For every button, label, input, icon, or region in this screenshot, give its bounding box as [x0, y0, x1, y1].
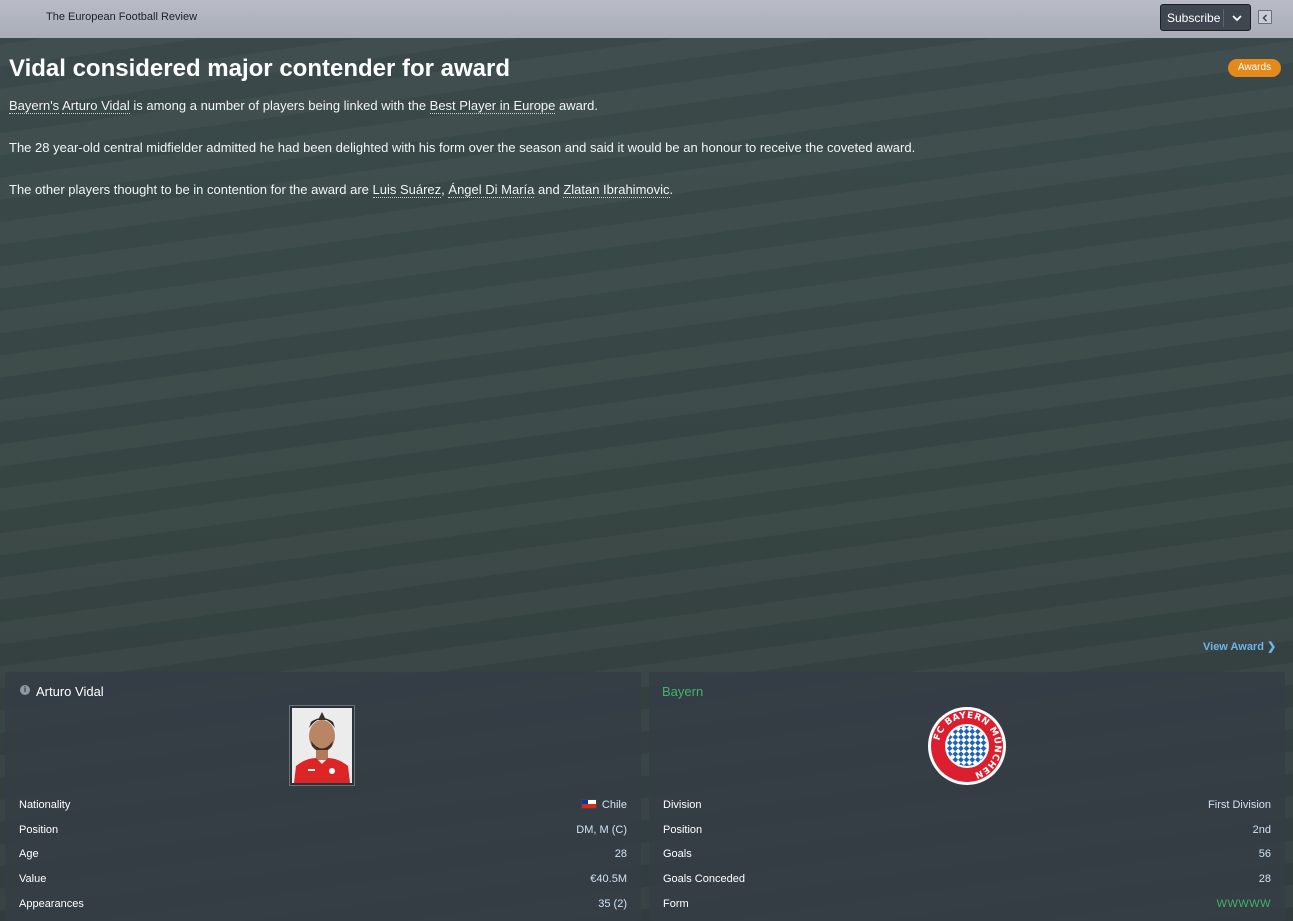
chevron-down-icon	[1232, 15, 1242, 22]
detail-row: Age 28	[19, 845, 627, 870]
detail-label: Goals	[663, 848, 692, 861]
player-card: i Arturo Vidal Nationality Chile Positio…	[5, 672, 641, 921]
detail-value: €40.5M	[590, 873, 627, 886]
detail-row: Goals 56	[663, 845, 1271, 870]
detail-value: 56	[1258, 848, 1271, 861]
club-card: Bayern FC BAYERN MÜNCHEN Division First	[649, 672, 1285, 921]
detail-label: Form	[663, 897, 689, 910]
chevron-right-icon: ❯	[1267, 641, 1277, 653]
club-name[interactable]: Bayern	[662, 684, 703, 699]
article-paragraph-3: The other players thought to be in conte…	[9, 182, 674, 198]
detail-value: 2nd	[1252, 823, 1271, 836]
article-paragraph-2: The 28 year-old central midfielder admit…	[9, 140, 916, 155]
division-value[interactable]: First Division	[1208, 799, 1271, 811]
detail-row: Nationality Chile	[19, 796, 627, 821]
view-award-label: View Award	[1203, 641, 1264, 653]
nationality-value[interactable]: Chile	[580, 799, 627, 811]
player-link-di-maria[interactable]: Ángel Di María	[448, 182, 535, 198]
detail-row: Goals Conceded 28	[663, 870, 1271, 895]
separator: .	[669, 182, 674, 197]
detail-label: Appearances	[19, 897, 84, 910]
club-crest-logo[interactable]: FC BAYERN MÜNCHEN	[927, 706, 1007, 786]
detail-label: Age	[19, 848, 39, 861]
detail-label: Goals Conceded	[663, 873, 745, 886]
player-name[interactable]: Arturo Vidal	[36, 684, 104, 699]
detail-row: Position DM, M (C)	[19, 821, 627, 846]
awards-tag[interactable]: Awards	[1228, 59, 1281, 77]
form-value: WWWWW	[1216, 897, 1271, 910]
player-details: Nationality Chile Position DM, M (C) Age…	[19, 796, 627, 919]
detail-value: 35 (2)	[598, 897, 627, 910]
paragraph-text: The other players thought to be in conte…	[9, 182, 373, 197]
player-link[interactable]: Arturo Vidal	[62, 98, 130, 114]
detail-label: Value	[19, 873, 47, 886]
subscribe-label: Subscribe	[1167, 10, 1221, 25]
detail-value: 28	[1258, 873, 1271, 886]
detail-value: DM, M (C)	[576, 823, 627, 836]
detail-row: Division First Division	[663, 796, 1271, 821]
player-link-ibrahimovic[interactable]: Zlatan Ibrahimovic	[563, 182, 670, 198]
paragraph-text: award.	[555, 98, 599, 113]
club-link[interactable]: Bayern's	[9, 98, 60, 114]
article-paragraph-1: Bayern's Arturo Vidal is among a number …	[9, 98, 599, 114]
separator: and	[534, 182, 564, 197]
newspaper-name: The European Football Review	[46, 11, 198, 23]
paragraph-text: is among a number of players being linke…	[129, 98, 430, 113]
detail-value: 28	[614, 848, 627, 861]
view-award-link[interactable]: View Award ❯	[1203, 640, 1276, 653]
club-details: Division First Division Position 2nd Goa…	[663, 796, 1271, 919]
player-portrait[interactable]	[290, 706, 354, 785]
chile-flag-icon	[580, 799, 597, 809]
player-link-suarez[interactable]: Luis Suárez	[372, 182, 442, 198]
top-bar: The European Football Review Subscribe	[0, 0, 1293, 38]
detail-label: Nationality	[19, 799, 71, 811]
detail-row: Form WWWWW	[663, 895, 1271, 920]
info-icon[interactable]: i	[20, 685, 30, 695]
detail-label: Division	[663, 799, 702, 811]
award-link[interactable]: Best Player in Europe	[429, 98, 556, 114]
detail-label: Position	[19, 823, 59, 836]
detail-label: Position	[663, 823, 703, 836]
subscribe-divider	[1223, 9, 1224, 27]
subscribe-button[interactable]: Subscribe	[1160, 4, 1251, 31]
detail-row: Value €40.5M	[19, 870, 627, 895]
detail-row: Position 2nd	[663, 821, 1271, 846]
collapse-panel-icon[interactable]	[1258, 10, 1272, 24]
article-headline: Vidal considered major contender for awa…	[9, 55, 511, 82]
detail-row: Appearances 35 (2)	[19, 895, 627, 920]
nationality-text: Chile	[601, 799, 627, 811]
